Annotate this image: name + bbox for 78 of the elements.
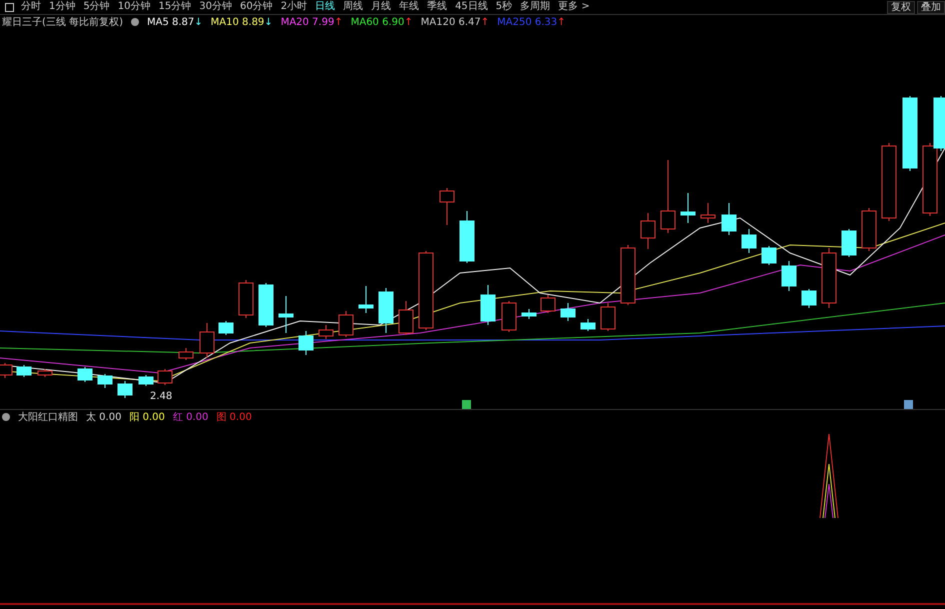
candle — [460, 210, 474, 264]
indicator-value: 太 0.00 — [86, 410, 122, 424]
candle — [158, 368, 172, 386]
period-tab[interactable]: 分时 — [17, 1, 45, 13]
period-tab[interactable]: 15分钟 — [154, 1, 196, 13]
chart-title: 耀日三子(三线 每比前复权) — [2, 16, 123, 29]
candle — [278, 296, 294, 334]
period-tab[interactable]: 5分钟 — [79, 1, 114, 13]
candle — [378, 288, 394, 334]
ma-value: MA120 6.47↑ — [420, 16, 490, 28]
period-tab[interactable]: 30分钟 — [195, 1, 236, 13]
signal-marker-icon — [462, 400, 471, 409]
candle — [522, 308, 536, 320]
candle — [218, 320, 234, 336]
period-tab[interactable]: 月线 — [367, 1, 396, 13]
period-tab[interactable]: 1分钟 — [45, 1, 80, 13]
period-tab[interactable]: 周线 — [339, 1, 368, 13]
candle — [722, 202, 736, 236]
period-tab[interactable]: 日线 — [311, 1, 340, 13]
candle — [338, 310, 354, 338]
candle — [700, 202, 716, 224]
ma-value: MA60 6.90↑ — [350, 16, 413, 28]
candle — [802, 288, 816, 308]
candle — [560, 302, 576, 322]
period-tab[interactable]: 季线 — [423, 1, 452, 13]
candle — [934, 96, 945, 152]
candle — [502, 300, 516, 332]
signal-marker-icon — [904, 400, 913, 409]
period-tab[interactable]: 2小时 — [276, 1, 312, 13]
ma-value: MA250 6.33↑ — [497, 16, 566, 28]
candle — [398, 300, 414, 336]
candle — [318, 324, 334, 340]
indicator-value: 图 0.00 — [216, 411, 252, 424]
circle-icon[interactable] — [130, 18, 139, 26]
candle — [238, 280, 254, 318]
candle — [742, 228, 756, 254]
square-icon[interactable] — [5, 2, 14, 12]
period-tab[interactable]: 45日线 — [451, 1, 492, 13]
ma-value: MA10 8.89↓ — [210, 16, 273, 28]
candle — [680, 192, 696, 224]
candle — [762, 246, 776, 266]
toolbar-button[interactable]: 复权 — [887, 0, 915, 14]
candle — [600, 302, 616, 332]
indicator-value: 阳 0.00 — [129, 411, 165, 424]
toolbar-button[interactable]: 叠加 — [917, 0, 945, 14]
candle — [842, 228, 856, 258]
candle — [782, 260, 796, 292]
period-tab[interactable]: 5秒 — [492, 1, 516, 13]
candle — [38, 368, 52, 378]
candle — [620, 244, 636, 306]
candle — [298, 330, 314, 356]
candle — [178, 348, 194, 360]
period-tab[interactable]: 60分钟 — [236, 1, 277, 13]
low-price-label: 2.48 — [150, 391, 172, 402]
circle-icon[interactable] — [2, 413, 10, 421]
candle — [822, 248, 836, 308]
candle — [640, 212, 656, 250]
candle — [78, 366, 92, 382]
candle — [440, 188, 454, 226]
period-tab[interactable]: 多周期 — [516, 1, 554, 13]
candle — [138, 374, 154, 386]
indicator-value: 红 0.00 — [172, 411, 208, 424]
ma-value: MA5 8.87↓ — [146, 16, 203, 28]
period-tab[interactable]: 更多 > — [554, 1, 594, 13]
candle — [118, 380, 132, 398]
candle — [98, 374, 112, 388]
candle — [580, 318, 596, 332]
indicator-title: 大阳红口精图 — [18, 410, 78, 424]
candle — [862, 208, 876, 252]
candle — [200, 322, 214, 358]
candle — [480, 284, 496, 326]
candle — [540, 294, 556, 314]
candle — [358, 286, 374, 314]
candle — [258, 282, 274, 328]
period-tab[interactable]: 年线 — [395, 1, 424, 13]
period-tab[interactable]: 10分钟 — [114, 1, 154, 13]
ma-value: MA20 7.99↑ — [280, 16, 343, 28]
candle — [16, 364, 32, 378]
